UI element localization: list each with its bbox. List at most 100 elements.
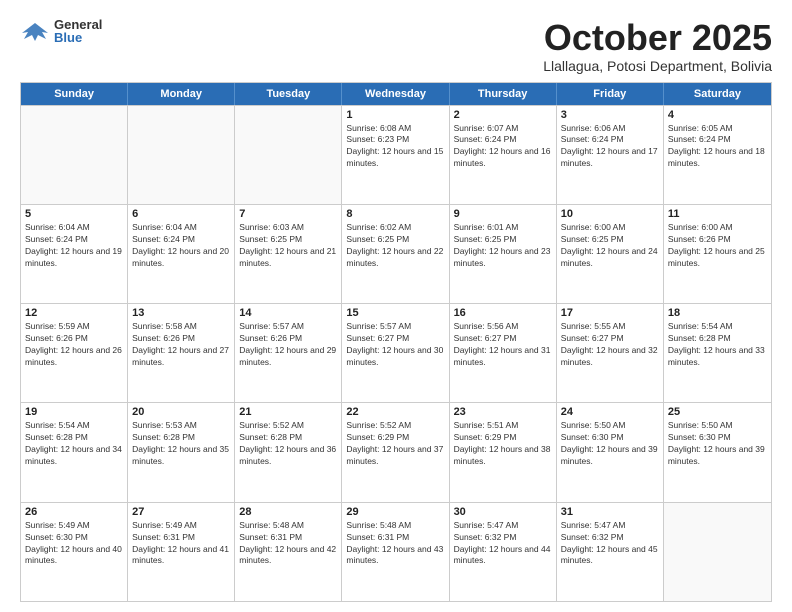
day-cell-22: 22 Sunrise: 5:52 AM Sunset: 6:29 PM Dayli… [342, 403, 449, 501]
day-number: 16 [454, 307, 552, 319]
day-number: 2 [454, 109, 552, 121]
day-cell-11: 11 Sunrise: 6:00 AM Sunset: 6:26 PM Dayli… [664, 205, 771, 303]
cell-info: Sunrise: 5:49 AM Sunset: 6:30 PM Dayligh… [25, 520, 123, 568]
calendar-row-4: 19 Sunrise: 5:54 AM Sunset: 6:28 PM Dayli… [21, 402, 771, 501]
logo-text: General Blue [54, 18, 102, 44]
day-cell-1: 1 Sunrise: 6:08 AM Sunset: 6:23 PM Daylig… [342, 106, 449, 204]
day-cell-25: 25 Sunrise: 5:50 AM Sunset: 6:30 PM Dayli… [664, 403, 771, 501]
day-number: 13 [132, 307, 230, 319]
cell-info: Sunrise: 6:02 AM Sunset: 6:25 PM Dayligh… [346, 222, 444, 270]
cell-info: Sunrise: 5:53 AM Sunset: 6:28 PM Dayligh… [132, 420, 230, 468]
empty-cell [128, 106, 235, 204]
cell-info: Sunrise: 6:04 AM Sunset: 6:24 PM Dayligh… [25, 222, 123, 270]
day-cell-19: 19 Sunrise: 5:54 AM Sunset: 6:28 PM Dayli… [21, 403, 128, 501]
day-cell-28: 28 Sunrise: 5:48 AM Sunset: 6:31 PM Dayli… [235, 503, 342, 601]
weekday-header-sunday: Sunday [21, 83, 128, 105]
cell-info: Sunrise: 5:52 AM Sunset: 6:28 PM Dayligh… [239, 420, 337, 468]
month-title: October 2025 [543, 18, 772, 58]
cell-info: Sunrise: 5:54 AM Sunset: 6:28 PM Dayligh… [668, 321, 767, 369]
page: General Blue October 2025 Llallagua, Pot… [0, 0, 792, 612]
day-cell-29: 29Sunrise: 5:48 AM Sunset: 6:31 PM Dayli… [342, 503, 449, 601]
day-number: 12 [25, 307, 123, 319]
calendar-row-5: 26Sunrise: 5:49 AM Sunset: 6:30 PM Dayli… [21, 502, 771, 601]
day-cell-26: 26Sunrise: 5:49 AM Sunset: 6:30 PM Dayli… [21, 503, 128, 601]
cell-info: Sunrise: 5:55 AM Sunset: 6:27 PM Dayligh… [561, 321, 659, 369]
cell-info: Sunrise: 5:50 AM Sunset: 6:30 PM Dayligh… [668, 420, 767, 468]
day-number: 6 [132, 208, 230, 220]
day-number: 23 [454, 406, 552, 418]
cell-info: Sunrise: 5:52 AM Sunset: 6:29 PM Dayligh… [346, 420, 444, 468]
day-number: 22 [346, 406, 444, 418]
cell-info: Sunrise: 5:48 AM Sunset: 6:31 PM Dayligh… [239, 520, 337, 568]
logo: General Blue [20, 18, 102, 44]
cell-info: Sunrise: 6:00 AM Sunset: 6:26 PM Dayligh… [668, 222, 767, 270]
day-cell-21: 21Sunrise: 5:52 AM Sunset: 6:28 PM Dayli… [235, 403, 342, 501]
day-number: 20 [132, 406, 230, 418]
cell-info: Sunrise: 5:50 AM Sunset: 6:30 PM Dayligh… [561, 420, 659, 468]
location: Llallagua, Potosi Department, Bolivia [543, 58, 772, 74]
title-block: October 2025 Llallagua, Potosi Departmen… [543, 18, 772, 74]
cell-info: Sunrise: 5:48 AM Sunset: 6:31 PM Dayligh… [346, 520, 444, 568]
day-number: 8 [346, 208, 444, 220]
cell-info: Sunrise: 5:47 AM Sunset: 6:32 PM Dayligh… [561, 520, 659, 568]
weekday-header-thursday: Thursday [450, 83, 557, 105]
day-cell-7: 7 Sunrise: 6:03 AM Sunset: 6:25 PM Daylig… [235, 205, 342, 303]
day-number: 11 [668, 208, 767, 220]
day-number: 31 [561, 506, 659, 518]
empty-cell [235, 106, 342, 204]
day-cell-9: 9 Sunrise: 6:01 AM Sunset: 6:25 PM Daylig… [450, 205, 557, 303]
day-number: 25 [668, 406, 767, 418]
day-cell-20: 20 Sunrise: 5:53 AM Sunset: 6:28 PM Dayli… [128, 403, 235, 501]
day-cell-15: 15 Sunrise: 5:57 AM Sunset: 6:27 PM Dayli… [342, 304, 449, 402]
day-cell-8: 8 Sunrise: 6:02 AM Sunset: 6:25 PM Daylig… [342, 205, 449, 303]
calendar-header: SundayMondayTuesdayWednesdayThursdayFrid… [21, 83, 771, 105]
day-number: 9 [454, 208, 552, 220]
day-number: 5 [25, 208, 123, 220]
weekday-header-tuesday: Tuesday [235, 83, 342, 105]
day-number: 15 [346, 307, 444, 319]
cell-info: Sunrise: 5:57 AM Sunset: 6:26 PM Dayligh… [239, 321, 337, 369]
cell-info: Sunrise: 5:51 AM Sunset: 6:29 PM Dayligh… [454, 420, 552, 468]
day-cell-30: 30Sunrise: 5:47 AM Sunset: 6:32 PM Dayli… [450, 503, 557, 601]
day-cell-4: 4 Sunrise: 6:05 AM Sunset: 6:24 PM Daylig… [664, 106, 771, 204]
day-number: 28 [239, 506, 337, 518]
day-cell-3: 3Sunrise: 6:06 AM Sunset: 6:24 PM Daylig… [557, 106, 664, 204]
weekday-header-monday: Monday [128, 83, 235, 105]
cell-info: Sunrise: 6:05 AM Sunset: 6:24 PM Dayligh… [668, 123, 767, 171]
day-cell-5: 5 Sunrise: 6:04 AM Sunset: 6:24 PM Daylig… [21, 205, 128, 303]
logo-blue: Blue [54, 31, 102, 44]
day-cell-12: 12Sunrise: 5:59 AM Sunset: 6:26 PM Dayli… [21, 304, 128, 402]
cell-info: Sunrise: 6:07 AM Sunset: 6:24 PM Dayligh… [454, 123, 552, 171]
weekday-header-wednesday: Wednesday [342, 83, 449, 105]
cell-info: Sunrise: 6:03 AM Sunset: 6:25 PM Dayligh… [239, 222, 337, 270]
logo-icon [20, 19, 50, 43]
day-number: 7 [239, 208, 337, 220]
calendar-row-2: 5 Sunrise: 6:04 AM Sunset: 6:24 PM Daylig… [21, 204, 771, 303]
day-number: 3 [561, 109, 659, 121]
cell-info: Sunrise: 5:49 AM Sunset: 6:31 PM Dayligh… [132, 520, 230, 568]
weekday-header-friday: Friday [557, 83, 664, 105]
day-cell-18: 18Sunrise: 5:54 AM Sunset: 6:28 PM Dayli… [664, 304, 771, 402]
day-number: 1 [346, 109, 444, 121]
cell-info: Sunrise: 5:58 AM Sunset: 6:26 PM Dayligh… [132, 321, 230, 369]
cell-info: Sunrise: 6:08 AM Sunset: 6:23 PM Dayligh… [346, 123, 444, 171]
cell-info: Sunrise: 6:04 AM Sunset: 6:24 PM Dayligh… [132, 222, 230, 270]
empty-cell [664, 503, 771, 601]
day-cell-31: 31 Sunrise: 5:47 AM Sunset: 6:32 PM Dayli… [557, 503, 664, 601]
calendar-row-1: 1 Sunrise: 6:08 AM Sunset: 6:23 PM Daylig… [21, 105, 771, 204]
calendar-body: 1 Sunrise: 6:08 AM Sunset: 6:23 PM Daylig… [21, 105, 771, 601]
cell-info: Sunrise: 5:54 AM Sunset: 6:28 PM Dayligh… [25, 420, 123, 468]
day-cell-13: 13 Sunrise: 5:58 AM Sunset: 6:26 PM Dayli… [128, 304, 235, 402]
header: General Blue October 2025 Llallagua, Pot… [20, 18, 772, 74]
cell-info: Sunrise: 6:01 AM Sunset: 6:25 PM Dayligh… [454, 222, 552, 270]
day-cell-17: 17Sunrise: 5:55 AM Sunset: 6:27 PM Dayli… [557, 304, 664, 402]
cell-info: Sunrise: 5:57 AM Sunset: 6:27 PM Dayligh… [346, 321, 444, 369]
day-number: 24 [561, 406, 659, 418]
day-number: 4 [668, 109, 767, 121]
day-number: 19 [25, 406, 123, 418]
day-cell-23: 23 Sunrise: 5:51 AM Sunset: 6:29 PM Dayli… [450, 403, 557, 501]
cell-info: Sunrise: 5:56 AM Sunset: 6:27 PM Dayligh… [454, 321, 552, 369]
calendar: SundayMondayTuesdayWednesdayThursdayFrid… [20, 82, 772, 602]
calendar-row-3: 12Sunrise: 5:59 AM Sunset: 6:26 PM Dayli… [21, 303, 771, 402]
day-cell-24: 24 Sunrise: 5:50 AM Sunset: 6:30 PM Dayli… [557, 403, 664, 501]
